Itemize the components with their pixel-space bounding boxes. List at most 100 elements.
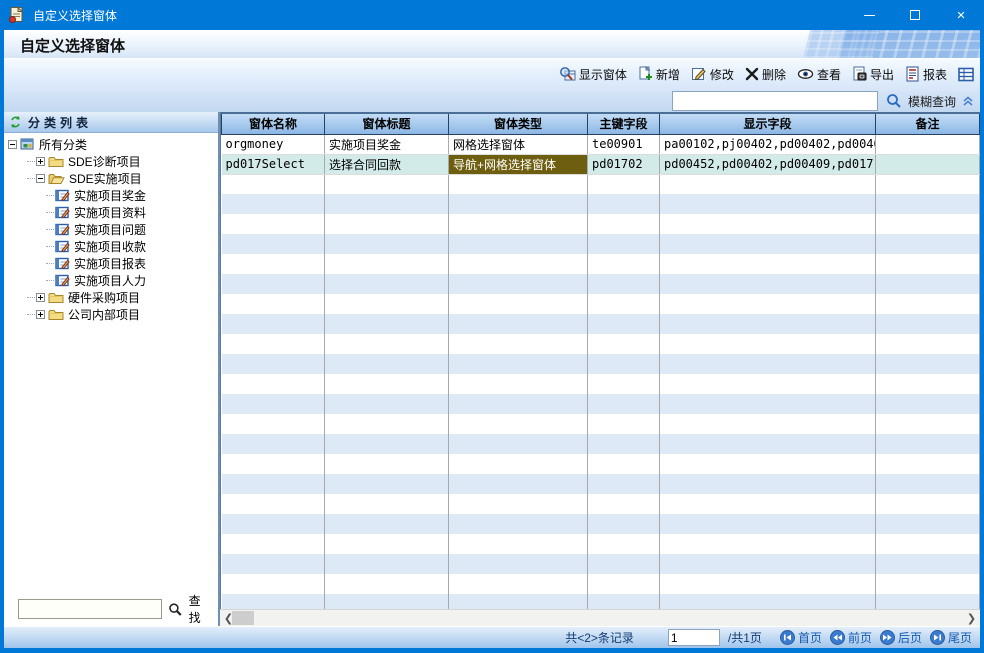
building-decoration-2 [795,30,885,58]
find-button[interactable]: 查找 [189,592,212,626]
refresh-icon[interactable] [9,115,22,129]
edit-button[interactable]: 修改 [691,66,734,83]
tree-item[interactable]: 实施项目奖金 [4,187,218,204]
table-empty-cell [876,454,980,474]
view-label: 查看 [817,66,841,83]
maximize-button[interactable] [892,0,938,30]
tree-item[interactable]: SDE诊断项目 [4,153,218,170]
tree-item[interactable]: 公司内部项目 [4,306,218,323]
table-empty-cell [876,314,980,334]
table-cell[interactable]: 选择合同回款 [325,154,449,174]
edit-label: 修改 [710,66,734,83]
show-form-button[interactable]: 显示窗体 [559,66,627,83]
table-cell[interactable]: te00901 [588,134,660,154]
table-cell[interactable]: pd01702 [588,154,660,174]
view-icon [797,67,814,81]
fuzzy-search-input[interactable] [672,91,878,111]
table-cell[interactable] [876,154,980,174]
tree-expander-plus-icon[interactable] [36,293,45,302]
table-cell[interactable]: pd017Select [222,154,325,174]
column-header[interactable]: 备注 [876,113,980,134]
table-cell[interactable]: 导航+网格选择窗体 [449,154,588,174]
table-empty-cell [325,534,449,554]
collapse-chevron-icon[interactable] [962,95,974,107]
tree-expander-minus-icon[interactable] [8,140,17,149]
table-empty-cell [660,454,876,474]
tree-item[interactable]: 实施项目报表 [4,255,218,272]
table-empty-cell [588,454,660,474]
table-empty-cell [876,234,980,254]
close-button[interactable]: × [938,0,984,30]
find-input[interactable] [18,599,162,619]
column-header[interactable]: 窗体类型 [449,113,588,134]
tree-item[interactable]: 硬件采购项目 [4,289,218,306]
title-bar: 自定义选择窗体 × [0,0,984,30]
tree-expander-plus-icon[interactable] [36,157,45,166]
delete-button[interactable]: 删除 [745,66,786,83]
category-tree: 所有分类SDE诊断项目SDE实施项目实施项目奖金实施项目资料实施项目问题实施项目… [4,133,218,596]
page-total: /共1页 [728,629,762,646]
table-empty-cell [449,314,588,334]
column-header[interactable]: 显示字段 [660,113,876,134]
column-header[interactable]: 窗体名称 [222,113,325,134]
prev-page-button[interactable]: 前页 [830,629,872,646]
tree-expander-plus-icon[interactable] [36,310,45,319]
table-cell[interactable] [876,134,980,154]
table-empty-row [222,274,980,294]
table-row[interactable]: orgmoney实施项目奖金网格选择窗体te00901pa00102,pj004… [222,134,980,154]
table-cell[interactable]: orgmoney [222,134,325,154]
grid-view-button[interactable] [958,67,974,82]
table-empty-cell [325,234,449,254]
minimize-button[interactable] [846,0,892,30]
column-header[interactable]: 窗体标题 [325,113,449,134]
column-header[interactable]: 主键字段 [588,113,660,134]
tree-item-label: 公司内部项目 [68,306,140,323]
table-empty-cell [660,594,876,609]
tree-item[interactable]: 实施项目资料 [4,204,218,221]
table-empty-cell [660,434,876,454]
prev-page-label: 前页 [848,629,872,646]
report-icon [905,66,920,82]
table-empty-cell [449,194,588,214]
report-button[interactable]: 报表 [905,66,947,83]
tree-item[interactable]: 实施项目人力 [4,272,218,289]
add-button[interactable]: 新增 [638,66,680,83]
scrollbar-thumb[interactable] [232,611,254,625]
tree-item[interactable]: SDE实施项目 [4,170,218,187]
tree-expander-minus-icon[interactable] [36,174,45,183]
table-empty-cell [588,374,660,394]
fuzzy-search-label[interactable]: 模糊查询 [908,93,956,110]
table-cell[interactable]: pd00452,pd00402,pd00409,pd01715,pd01 [660,154,876,174]
tree-item[interactable]: 实施项目问题 [4,221,218,238]
table-empty-cell [876,214,980,234]
table-row[interactable]: pd017Select选择合同回款导航+网格选择窗体pd01702pd00452… [222,154,980,174]
table-empty-row [222,574,980,594]
first-page-button[interactable]: 首页 [780,629,822,646]
table-empty-cell [876,374,980,394]
tree-item[interactable]: 所有分类 [4,136,218,153]
page-number-input[interactable] [668,629,720,646]
tree-item[interactable]: 实施项目收款 [4,238,218,255]
view-button[interactable]: 查看 [797,66,841,83]
table-empty-cell [876,394,980,414]
table-cell[interactable]: pa00102,pj00402,pd00402,pd00409,pd01 [660,134,876,154]
form-icon [55,274,70,287]
next-page-button[interactable]: 后页 [880,629,922,646]
horizontal-scrollbar[interactable]: ❮ ❯ [220,609,980,626]
table-cell[interactable]: 实施项目奖金 [325,134,449,154]
tree-item-label: 硬件采购项目 [68,289,140,306]
table-empty-row [222,514,980,534]
last-page-button[interactable]: 尾页 [930,629,972,646]
scroll-right-icon[interactable]: ❯ [963,610,980,626]
tree-connector [46,212,54,213]
table-empty-cell [876,434,980,454]
table-empty-cell [449,574,588,594]
folder-icon [48,291,64,304]
export-button[interactable]: 导出 [852,66,894,83]
minimize-icon [864,15,875,16]
table-cell[interactable]: 网格选择窗体 [449,134,588,154]
table-empty-cell [876,514,980,534]
table-empty-cell [449,214,588,234]
table-empty-cell [222,434,325,454]
table-empty-row [222,534,980,554]
